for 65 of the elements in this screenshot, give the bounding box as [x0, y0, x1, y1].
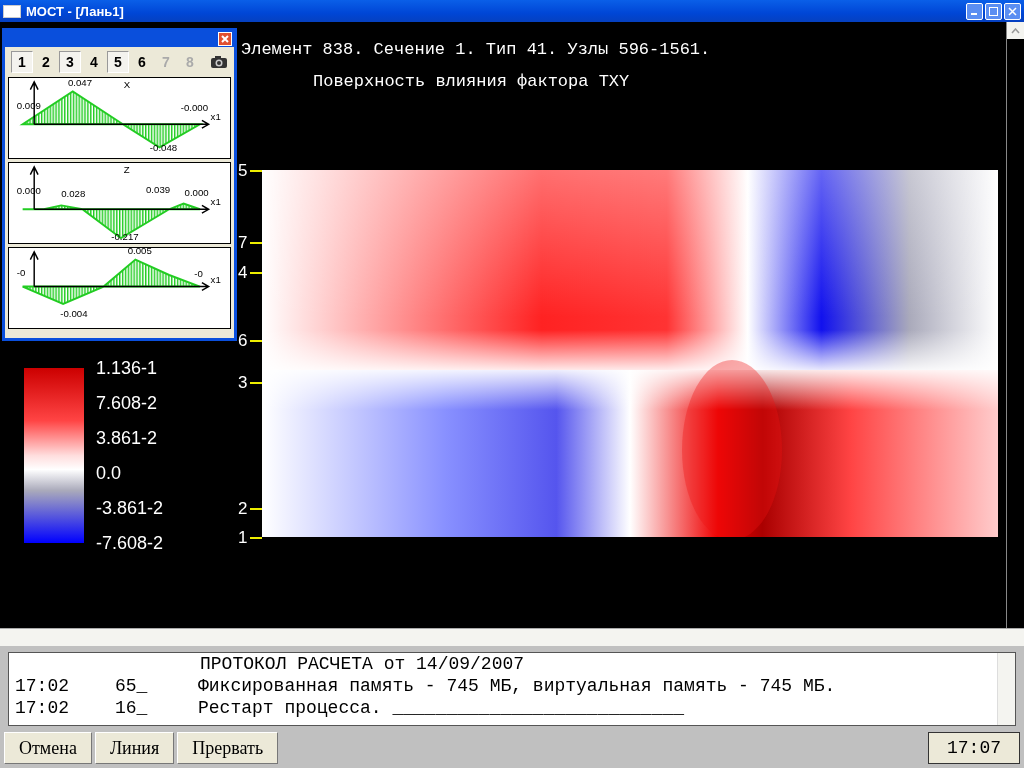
node-tick: [250, 537, 262, 539]
window-icon: [3, 4, 21, 18]
node-tick: [250, 382, 262, 384]
log-scrollbar[interactable]: [997, 653, 1015, 725]
axis-label: x1: [210, 111, 221, 123]
value-label: 0.028: [61, 187, 86, 199]
node-tick: [250, 242, 262, 244]
window-title: МОСТ - [Лань1]: [26, 3, 124, 19]
value-label: 0.000: [184, 186, 209, 198]
node-tick: [250, 340, 262, 342]
scale-label: -7.608-2: [96, 533, 164, 554]
log-time: 17:02: [15, 697, 70, 719]
axis-label: x1: [210, 273, 221, 285]
view-tab[interactable]: 2: [35, 51, 57, 73]
plot-title: Z: [123, 163, 130, 175]
node-label: 7: [238, 234, 248, 252]
log-message: Рестарт процесса. ___________________________: [198, 697, 685, 719]
node-label: 3: [238, 374, 248, 392]
scale-label: 7.608-2: [96, 393, 159, 414]
log-heading: ПРОТОКОЛ РАСЧЕТА от 14/09/2007: [199, 653, 526, 675]
element-caption: Элемент 838. Сечение 1. Тип 41. Узлы 596-1561.: [241, 40, 711, 59]
scale-label: 3.861-2: [96, 428, 159, 449]
scale-label: 0.0: [96, 463, 123, 484]
node-label: 5: [238, 162, 248, 180]
view-tab[interactable]: 5: [107, 51, 129, 73]
value-label: -0: [16, 266, 26, 278]
horizontal-scrollbar[interactable]: [0, 628, 1024, 646]
action-button[interactable]: Отмена: [4, 732, 92, 764]
value-label: -0: [194, 267, 203, 279]
log-code: 65_: [115, 675, 149, 697]
action-button[interactable]: Прервать: [177, 732, 279, 764]
node-label: 1: [238, 529, 248, 547]
value-label: 0.047: [67, 77, 93, 88]
view-tab[interactable]: 6: [131, 51, 153, 73]
vertical-scrollbar[interactable]: [1006, 22, 1024, 628]
value-label: -0.000: [180, 101, 208, 113]
node-label: 4: [238, 264, 248, 282]
node-tick: [250, 508, 262, 510]
value-label: 0.039: [146, 183, 171, 195]
node-tick: [250, 170, 262, 172]
value-label: -0.048: [149, 142, 178, 154]
node-tick: [250, 272, 262, 274]
plot-title: X: [123, 78, 131, 90]
node-label: 6: [238, 332, 248, 350]
value-label: 0.005: [127, 247, 152, 256]
scroll-up-icon[interactable]: [1011, 27, 1020, 34]
scale-label: -3.861-2: [96, 498, 164, 519]
axis-label: x1: [210, 196, 221, 208]
scale-label: 1.136-1: [96, 358, 159, 379]
log-time: 17:02: [15, 675, 70, 697]
node-label: 2: [238, 500, 248, 518]
clock: 17:07: [928, 732, 1020, 764]
surface-caption: Поверхность влияния фактора TXY: [313, 72, 630, 91]
value-label: -0.004: [60, 308, 88, 320]
value-label: -0.217: [111, 231, 139, 243]
camera-icon[interactable]: [210, 55, 228, 69]
maximize-icon[interactable]: [989, 6, 998, 16]
view-tab[interactable]: 1: [11, 51, 33, 73]
log-code: 16_: [115, 697, 149, 719]
log-message: Фиксированная память - 745 МБ, виртуальная память - 745 МБ.: [198, 675, 836, 697]
view-tab[interactable]: 4: [83, 51, 105, 73]
action-button[interactable]: Линия: [94, 732, 175, 764]
close-icon[interactable]: [1008, 6, 1017, 16]
close-button[interactable]: [218, 32, 232, 46]
view-tab[interactable]: 3: [59, 51, 81, 73]
